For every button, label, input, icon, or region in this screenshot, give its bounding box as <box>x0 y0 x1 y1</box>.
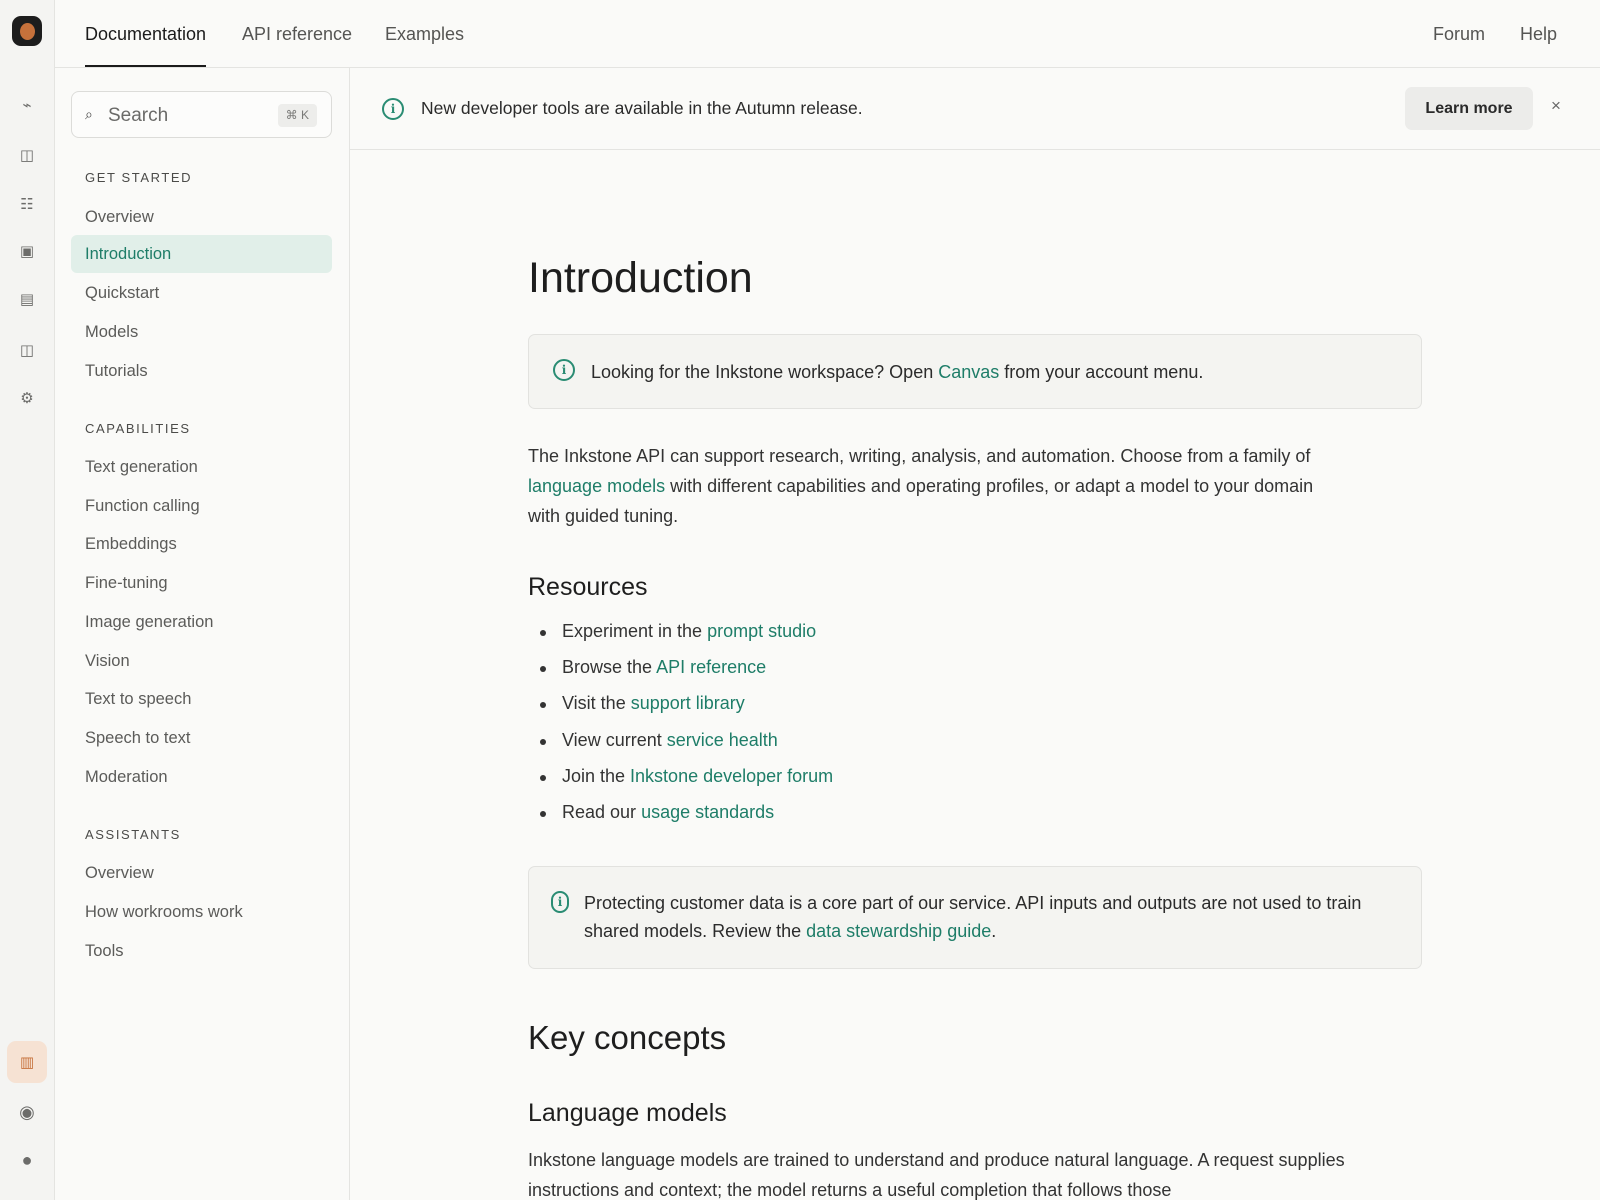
list-item: Experiment in the prompt studio <box>540 621 816 642</box>
logo-mark <box>19 22 35 40</box>
callout-text: Protecting customer data is a core part … <box>584 893 1362 941</box>
tab-documentation[interactable]: Documentation <box>85 0 207 68</box>
language-models-link[interactable]: language models <box>528 476 665 496</box>
table-icon[interactable]: ▤ <box>13 285 41 313</box>
sidebar-item-fine-tuning[interactable]: Fine-tuning <box>71 564 332 602</box>
announcement-banner: i New developer tools are available in t… <box>350 68 1600 150</box>
sidebar-item-text-to-speech[interactable]: Text to speech <box>71 680 332 718</box>
usage-standards-link[interactable]: usage standards <box>641 802 774 822</box>
search-input[interactable]: ⌕ Search ⌘ K <box>71 91 332 138</box>
sidebar-item-tutorials[interactable]: Tutorials <box>71 352 332 390</box>
list-item: Visit the support library <box>540 693 745 714</box>
list-icon[interactable]: ☷ <box>13 190 41 218</box>
sidebar-item-moderation[interactable]: Moderation <box>71 758 332 796</box>
resources-heading: Resources <box>528 573 648 601</box>
section-title-get-started: GET STARTED <box>85 170 193 185</box>
app-rail: ⌁ ◫ ☷ ▣ ▤ ◫ ⚙ ▥ ◉ ● <box>0 0 55 1200</box>
sidebar-item-tools[interactable]: Tools <box>71 932 332 970</box>
service-health-link[interactable]: service health <box>667 730 778 750</box>
api-reference-link[interactable]: API reference <box>656 657 766 677</box>
language-models-heading: Language models <box>528 1099 727 1127</box>
list-item: Join the Inkstone developer forum <box>540 766 833 787</box>
help-link[interactable]: Help <box>1520 0 1557 68</box>
workspace-callout: i Looking for the Inkstone workspace? Op… <box>528 334 1422 409</box>
tab-examples[interactable]: Examples <box>385 0 464 68</box>
library-icon[interactable]: ▥ <box>7 1041 47 1083</box>
sidebar-item-overview[interactable]: Overview <box>71 198 332 236</box>
gear-icon[interactable]: ⚙ <box>13 384 41 412</box>
sidebar-item-introduction[interactable]: Introduction <box>71 235 332 273</box>
info-icon: i <box>382 98 404 120</box>
sidebar-item-models[interactable]: Models <box>71 313 332 351</box>
data-privacy-callout: i Protecting customer data is a core par… <box>528 866 1422 969</box>
intro-paragraph: The Inkstone API can support research, w… <box>528 446 1314 526</box>
record-icon[interactable]: ◉ <box>13 1098 41 1126</box>
support-library-link[interactable]: support library <box>631 693 745 713</box>
language-models-paragraph: Inkstone language models are trained to … <box>528 1150 1345 1200</box>
section-title-assistants: ASSISTANTS <box>85 827 181 842</box>
docs-sidebar: ⌕ Search ⌘ K GET STARTED Overview Introd… <box>55 68 350 1200</box>
close-icon[interactable]: × <box>1551 96 1561 116</box>
sidebar-item-vision[interactable]: Vision <box>71 642 332 680</box>
columns-icon[interactable]: ◫ <box>13 336 41 364</box>
tab-api-reference[interactable]: API reference <box>242 0 352 68</box>
sidebar-item-quickstart[interactable]: Quickstart <box>71 274 332 312</box>
sidebar-item-text-generation[interactable]: Text generation <box>71 448 332 486</box>
activity-icon[interactable]: ⌁ <box>13 91 41 119</box>
developer-forum-link[interactable]: Inkstone developer forum <box>630 766 833 786</box>
book-icon[interactable]: ◫ <box>13 141 41 169</box>
learn-more-button[interactable]: Learn more <box>1405 87 1533 130</box>
image-icon[interactable]: ▣ <box>13 237 41 265</box>
list-item: Browse the API reference <box>540 657 766 678</box>
sidebar-item-how-workrooms-work[interactable]: How workrooms work <box>71 893 332 931</box>
search-shortcut: ⌘ K <box>277 104 317 127</box>
forum-link[interactable]: Forum <box>1433 0 1485 68</box>
banner-message: New developer tools are available in the… <box>421 98 863 118</box>
top-nav: Documentation API reference Examples For… <box>55 0 1600 68</box>
key-concepts-heading: Key concepts <box>528 1019 727 1056</box>
sidebar-item-function-calling[interactable]: Function calling <box>71 487 332 525</box>
info-icon: i <box>553 359 575 381</box>
info-icon: i <box>551 891 569 913</box>
search-icon: ⌕ <box>85 106 93 122</box>
sidebar-item-assistants-overview[interactable]: Overview <box>71 854 332 892</box>
search-placeholder: Search <box>108 105 169 126</box>
section-title-capabilities: CAPABILITIES <box>85 421 191 436</box>
sidebar-item-image-generation[interactable]: Image generation <box>71 603 332 641</box>
prompt-studio-link[interactable]: prompt studio <box>707 621 816 641</box>
sidebar-item-embeddings[interactable]: Embeddings <box>71 525 332 563</box>
canvas-link[interactable]: Canvas <box>938 362 999 382</box>
app-logo[interactable] <box>12 16 42 46</box>
page-title: Introduction <box>528 254 753 302</box>
list-item: View current service health <box>540 730 778 751</box>
user-avatar-icon[interactable]: ● <box>13 1146 41 1174</box>
list-item: Read our usage standards <box>540 802 774 823</box>
data-stewardship-link[interactable]: data stewardship guide <box>806 921 991 941</box>
sidebar-item-speech-to-text[interactable]: Speech to text <box>71 719 332 757</box>
callout-text: Looking for the Inkstone workspace? Open… <box>591 362 1204 382</box>
